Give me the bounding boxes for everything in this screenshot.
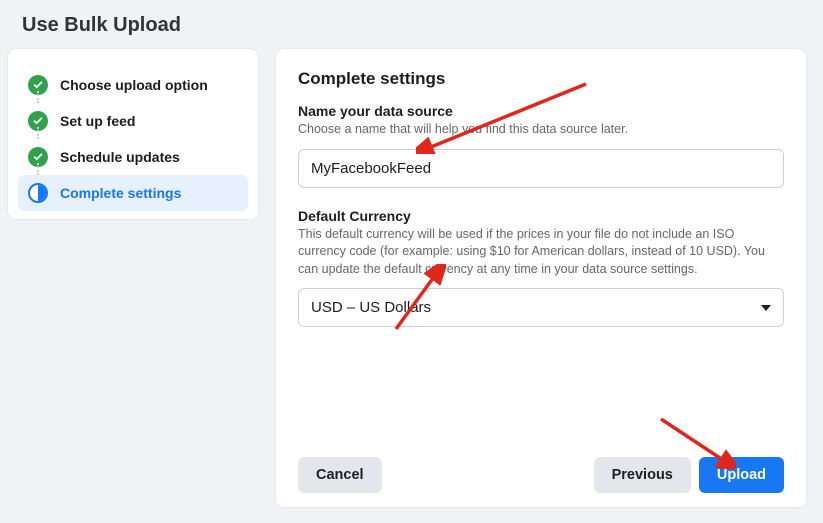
footer: Cancel Previous Upload — [298, 447, 784, 493]
currency-value: USD – US Dollars — [311, 299, 431, 316]
step-label: Complete settings — [60, 185, 181, 201]
step-label: Set up feed — [60, 113, 135, 129]
cancel-button[interactable]: Cancel — [298, 457, 382, 493]
data-source-name-input[interactable] — [298, 149, 784, 188]
step-set-up-feed[interactable]: Set up feed — [18, 103, 248, 139]
step-choose-upload-option[interactable]: Choose upload option — [18, 67, 248, 103]
previous-button[interactable]: Previous — [594, 457, 691, 493]
name-label: Name your data source — [298, 103, 784, 119]
currency-help: This default currency will be used if th… — [298, 226, 784, 279]
currency-label: Default Currency — [298, 208, 784, 224]
step-schedule-updates[interactable]: Schedule updates — [18, 139, 248, 175]
default-currency-select[interactable]: USD – US Dollars — [298, 288, 784, 327]
chevron-down-icon — [761, 305, 771, 311]
upload-button[interactable]: Upload — [699, 457, 784, 493]
name-help: Choose a name that will help you find th… — [298, 121, 784, 139]
step-complete-settings[interactable]: Complete settings — [18, 175, 248, 211]
main-card: Complete settings Name your data source … — [276, 49, 806, 507]
half-circle-icon — [28, 183, 48, 203]
stepper-card: Choose upload option Set up feed Schedul… — [8, 49, 258, 219]
step-label: Choose upload option — [60, 77, 208, 93]
step-label: Schedule updates — [60, 149, 180, 165]
section-heading: Complete settings — [298, 69, 784, 89]
page-title: Use Bulk Upload — [0, 0, 823, 49]
